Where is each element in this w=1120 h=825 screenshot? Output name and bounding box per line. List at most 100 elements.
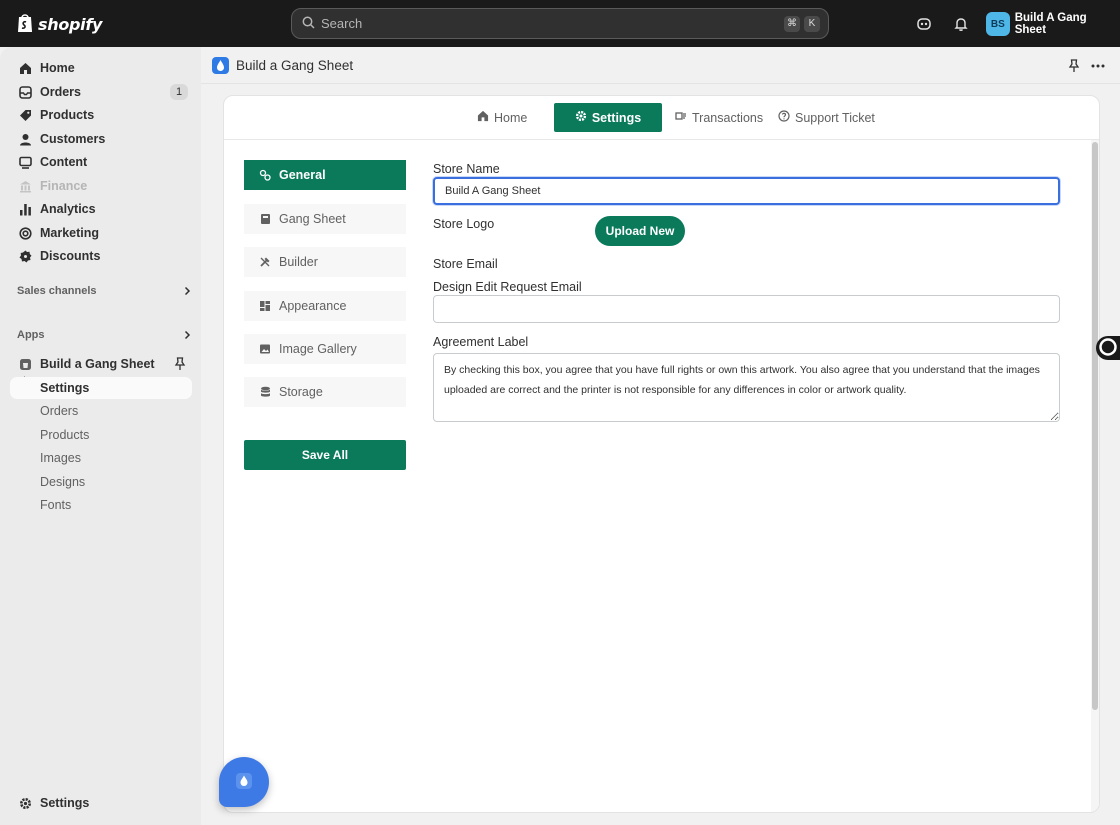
bell-icon[interactable] — [951, 14, 971, 34]
sidebar-item-marketing[interactable]: Marketing — [10, 222, 192, 244]
sidebar-subitem-settings[interactable]: Settings — [10, 377, 192, 399]
card-scrollbar[interactable] — [1091, 140, 1099, 812]
app-launcher-button[interactable] — [219, 757, 269, 807]
app-logo-icon — [212, 57, 229, 74]
sales-channels-label: Sales channels — [17, 285, 97, 297]
sidebar-item-label: Settings — [40, 381, 90, 395]
content-icon — [18, 155, 32, 169]
tab-support-ticket[interactable]: Support Ticket — [778, 103, 875, 132]
pin-icon[interactable] — [1065, 57, 1083, 75]
orders-icon — [18, 85, 32, 99]
sidebar-item-label: Orders — [40, 404, 79, 418]
store-name-label: Store Name — [433, 162, 500, 176]
sidebar: Home Orders 1 Products Customers Content… — [0, 47, 201, 825]
sidebar-item-customers[interactable]: Customers — [10, 128, 192, 150]
avatar: BS — [986, 12, 1010, 36]
sidebar-item-label: Finance — [40, 179, 88, 193]
shortcut-cmd: ⌘ — [784, 15, 800, 32]
sidebar-item-label: Orders — [40, 85, 81, 99]
side-widget-tab[interactable] — [1096, 336, 1120, 360]
sidebar-subitem-fonts[interactable]: Fonts — [10, 494, 192, 516]
shopify-logo[interactable]: shopify — [16, 12, 102, 36]
question-icon — [778, 110, 790, 125]
sidebar-subitem-images[interactable]: Images — [10, 447, 192, 469]
chevron-right-icon — [182, 328, 192, 343]
sales-channels-header[interactable]: Sales channels — [17, 282, 192, 300]
tab-settings[interactable]: Settings — [554, 103, 662, 132]
sidebar-item-label: Analytics — [40, 202, 96, 216]
shopify-bag-icon — [16, 12, 34, 36]
sidebar-item-products[interactable]: Products — [10, 104, 192, 126]
chevron-right-icon — [182, 284, 192, 299]
upload-new-button[interactable]: Upload New — [595, 216, 685, 246]
tab-label: Transactions — [692, 110, 764, 125]
sidebar-item-content[interactable]: Content — [10, 151, 192, 173]
sidebar-item-label: Marketing — [40, 226, 100, 240]
store-logo-label: Store Logo — [433, 217, 495, 231]
sidebar-subitem-orders[interactable]: Orders — [10, 400, 192, 422]
apps-header[interactable]: Apps — [17, 326, 192, 344]
discount-icon — [18, 249, 32, 263]
sidebar-item-label: Products — [40, 108, 95, 122]
tab-label: Support Ticket — [795, 110, 875, 125]
menu-item-label: Appearance — [279, 299, 347, 313]
book-icon — [258, 212, 272, 226]
layout-icon — [258, 299, 272, 313]
tab-transactions[interactable]: Transactions — [675, 103, 763, 132]
sidebar-item-discounts[interactable]: Discounts — [10, 245, 192, 267]
account-menu[interactable]: BS Build A Gang Sheet — [986, 12, 1120, 36]
pin-icon[interactable] — [174, 357, 186, 374]
home-icon — [477, 110, 489, 125]
image-icon — [258, 342, 272, 356]
tag-icon — [18, 108, 32, 122]
sidebar-item-label: Products — [40, 428, 90, 442]
home-icon — [18, 61, 32, 75]
search-icon — [302, 16, 315, 32]
more-options-icon[interactable] — [1089, 57, 1107, 75]
bar-chart-icon — [18, 202, 32, 216]
sidebar-item-label: Fonts — [40, 498, 72, 512]
tab-home[interactable]: Home — [477, 103, 527, 132]
scrollbar-thumb[interactable] — [1092, 142, 1098, 710]
agreement-label: Agreement Label — [433, 335, 529, 349]
sidekick-icon[interactable] — [914, 14, 934, 34]
top-bar: shopify Search ⌘ K BS Build A Gang Sheet — [0, 0, 1120, 47]
store-name-input[interactable] — [433, 177, 1060, 205]
sidebar-subitem-products[interactable]: Products — [10, 424, 192, 446]
search-placeholder: Search — [321, 16, 363, 31]
menu-item-builder[interactable]: Builder — [244, 247, 406, 277]
sidebar-app-build-a-gang-sheet[interactable]: Build a Gang Sheet — [10, 353, 192, 375]
sidebar-item-analytics[interactable]: Analytics — [10, 198, 192, 220]
menu-item-general[interactable]: General — [244, 160, 406, 190]
ring-icon — [1098, 337, 1118, 360]
sidebar-subitem-designs[interactable]: Designs — [10, 471, 192, 493]
app-icon — [18, 357, 32, 371]
agreement-textarea[interactable]: By checking this box, you agree that you… — [433, 353, 1060, 422]
menu-item-gang-sheet[interactable]: Gang Sheet — [244, 204, 406, 234]
menu-item-storage[interactable]: Storage — [244, 377, 406, 407]
sidebar-item-label: Customers — [40, 132, 106, 146]
target-icon — [18, 226, 32, 240]
menu-item-image-gallery[interactable]: Image Gallery — [244, 334, 406, 364]
sidebar-item-finance: Finance — [10, 175, 192, 197]
droplet-icon — [235, 772, 253, 793]
sidebar-item-settings[interactable]: Settings — [10, 792, 192, 814]
bank-icon — [18, 179, 32, 193]
save-all-button[interactable]: Save All — [244, 440, 406, 470]
app-title: Build a Gang Sheet — [236, 58, 354, 73]
sidebar-item-label: Images — [40, 451, 81, 465]
tab-label: Home — [494, 110, 528, 125]
settings-card: Home Settings Transactions Support Ticke… — [223, 95, 1100, 813]
search-bar[interactable]: Search ⌘ K — [291, 8, 829, 39]
menu-item-label: Builder — [279, 255, 318, 269]
design-email-label: Design Edit Request Email — [433, 280, 582, 294]
shortcut-key: K — [804, 15, 820, 32]
sidebar-item-label: Home — [40, 61, 75, 75]
sidebar-item-orders[interactable]: Orders 1 — [10, 81, 192, 103]
sidebar-item-home[interactable]: Home — [10, 57, 192, 79]
tab-label: Settings — [591, 110, 642, 125]
design-email-input[interactable] — [433, 295, 1060, 323]
menu-item-appearance[interactable]: Appearance — [244, 291, 406, 321]
tools-icon — [258, 255, 272, 269]
gear-icon — [575, 110, 587, 125]
